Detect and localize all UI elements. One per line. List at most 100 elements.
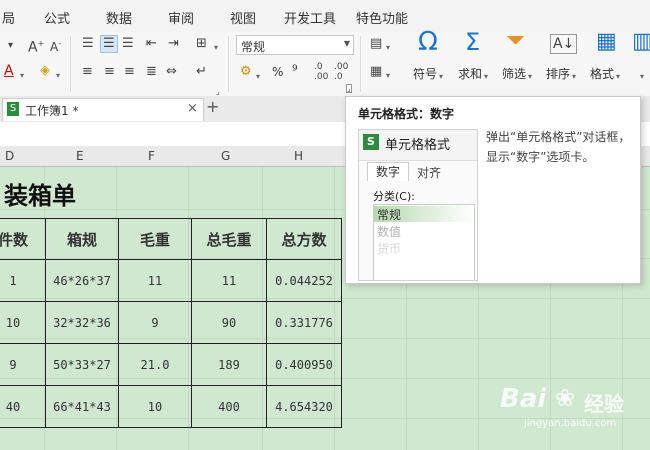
watermark-brand-suffix: 经验 [584,392,624,416]
percent-button[interactable]: % [272,65,283,79]
font-color-icon[interactable]: A [4,63,14,79]
wrap-text-icon[interactable]: ↵ [196,64,207,80]
sum-button-label[interactable]: 求和 [458,65,482,82]
cell-style-icon[interactable]: ▦ [370,64,382,80]
table-style-icon[interactable]: ▤ [370,36,382,52]
separator [70,36,71,92]
workbook-tab-label: 工作簿1 * [25,104,79,118]
sort-button-label[interactable]: 排序 [546,65,570,82]
number-format-launcher-icon[interactable]: ⌟ [346,84,352,93]
table-cell[interactable]: 50*33*27 [45,343,119,386]
workbook-tab[interactable]: S 工作簿1 * × [2,98,204,121]
table-row: 1 46*26*37 11 11 0.044252 [0,259,342,302]
column-header-h[interactable]: H [294,149,303,163]
symbol-button-label[interactable]: 符号 [413,65,437,82]
table-cell[interactable]: 189 [191,343,267,386]
close-tab-button[interactable]: × [187,101,198,116]
table-cell[interactable]: 400 [191,385,267,428]
sum-arrow-icon[interactable]: ▾ [484,69,488,85]
merge-cells-icon[interactable]: ⊞ [196,36,207,52]
table-cell[interactable]: 11 [191,259,267,302]
table-cell[interactable]: 0.400950 [266,343,342,386]
sort-icon[interactable]: A↓ [550,34,578,54]
table-row: 40 66*41*43 10 400 4.654320 [0,385,342,428]
increase-font-icon[interactable]: A+ [28,36,44,56]
sum-icon[interactable]: Σ [465,30,480,54]
align-top-icon[interactable]: ☰ [82,36,94,52]
column-header-g[interactable]: G [221,149,230,163]
format-icon[interactable]: ▦ [596,31,617,53]
table-cell[interactable]: 0.331776 [266,301,342,344]
font-color-arrow-icon[interactable]: ▾ [20,68,24,84]
table-cell[interactable]: 40 [0,385,46,428]
fill-color-arrow-icon[interactable]: ▾ [56,68,60,84]
align-bottom-icon[interactable]: ☰ [122,36,134,52]
sheet-title[interactable]: 装箱单 [4,176,76,211]
table-style-arrow-icon[interactable]: ▾ [386,40,390,56]
header-cell[interactable]: 箱规 [45,218,119,260]
merge-arrow-icon[interactable]: ▾ [214,40,218,56]
table-cell[interactable]: 9 [118,301,192,344]
menu-special-features[interactable]: 特色功能 [356,8,408,27]
header-cell[interactable]: 总毛重 [191,218,267,260]
header-cell[interactable]: 毛重 [118,218,192,260]
table-cell[interactable]: 11 [118,259,192,302]
table-cell[interactable]: 66*41*43 [45,385,119,428]
dialog-tab-alignment: 对齐 [417,166,442,180]
align-right-icon[interactable]: ≡ [124,64,135,80]
align-middle-icon[interactable]: ☰ [100,35,118,53]
table-cell[interactable]: 0.044252 [266,259,342,302]
table-row: 10 32*32*36 9 90 0.331776 [0,301,342,344]
rows-columns-arrow-icon[interactable]: ▾ [640,69,644,85]
font-size-dropdown-icon[interactable]: ▾ [8,38,13,54]
table-cell[interactable]: 10 [118,385,192,428]
column-header-d[interactable]: D [5,149,14,163]
menu-review[interactable]: 审阅 [168,8,194,27]
table-header-row: 件数 箱规 毛重 总毛重 总方数 [0,218,342,260]
number-format-select[interactable]: 常规 ▼ [236,35,354,55]
table-cell[interactable]: 1 [0,259,46,302]
increase-decimal-icon[interactable]: .0.00 [314,62,328,82]
column-header-e[interactable]: E [76,149,84,163]
header-cell[interactable]: 件数 [0,218,46,260]
symbol-arrow-icon[interactable]: ▾ [439,69,443,85]
format-arrow-icon[interactable]: ▾ [616,69,620,85]
menu-data[interactable]: 数据 [106,8,132,27]
packing-list-table: 件数 箱规 毛重 总毛重 总方数 1 46*26*37 11 11 0.0442… [0,218,342,428]
menu-formulas[interactable]: 公式 [44,8,70,27]
table-cell[interactable]: 4.654320 [266,385,342,428]
increase-indent-icon[interactable]: ⇥ [168,36,179,52]
decrease-indent-icon[interactable]: ⇤ [146,36,157,52]
rows-columns-icon[interactable]: ▥ [632,31,650,53]
cell-style-arrow-icon[interactable]: ▾ [386,68,390,84]
table-cell[interactable]: 10 [0,301,46,344]
dialog-title: 单元格格式 [385,138,451,153]
comma-button[interactable]: ⁹ [292,63,298,79]
filter-arrow-icon[interactable]: ▾ [528,69,532,85]
distributed-icon[interactable]: ⇔ [166,64,177,80]
currency-icon[interactable]: ⚙ [240,64,252,80]
new-tab-button[interactable]: + [206,97,219,116]
menu-page-layout[interactable]: 局 [2,8,15,27]
fill-color-icon[interactable]: ◈ [40,63,50,79]
header-cell[interactable]: 总方数 [266,218,342,260]
menu-developer[interactable]: 开发工具 [284,8,336,27]
filter-icon[interactable]: ⏷ [506,28,525,52]
currency-arrow-icon[interactable]: ▾ [256,69,260,85]
filter-button-label[interactable]: 筛选 [502,65,526,82]
table-cell[interactable]: 90 [191,301,267,344]
decrease-decimal-icon[interactable]: .00.0 [334,62,348,82]
table-cell[interactable]: 46*26*37 [45,259,119,302]
table-cell[interactable]: 9 [0,343,46,386]
decrease-font-icon[interactable]: A- [50,36,61,55]
align-center-icon[interactable]: ≡ [104,64,115,80]
column-header-f[interactable]: F [148,149,155,163]
menu-view[interactable]: 视图 [230,8,256,27]
symbol-icon[interactable]: Ω [418,29,438,55]
format-button-label[interactable]: 格式 [590,65,614,82]
align-left-icon[interactable]: ≡ [82,64,93,80]
table-cell[interactable]: 32*32*36 [45,301,119,344]
justify-icon[interactable]: ≣ [146,64,157,80]
table-cell[interactable]: 21.0 [118,343,192,386]
sort-arrow-icon[interactable]: ▾ [572,69,576,85]
